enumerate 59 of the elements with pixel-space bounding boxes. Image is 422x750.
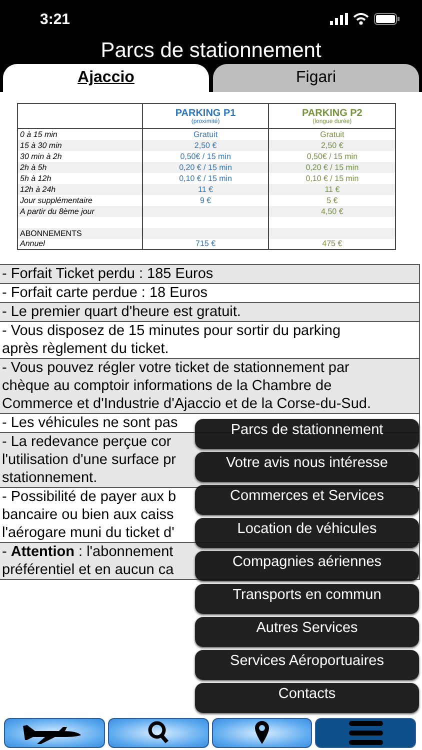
page-title: Parcs de stationnement xyxy=(100,38,322,64)
battery-icon xyxy=(374,13,400,25)
note-text: - Les véhicules ne sont pas xyxy=(2,414,178,432)
row-label: 12h à 24h xyxy=(18,184,142,194)
menu-item[interactable]: Contacts xyxy=(195,683,419,713)
price-value: 2,50 € xyxy=(142,140,269,150)
note-text: - Vous disposez de 15 minutes pour sortir du parking xyxy=(2,322,341,340)
column-title: PARKING P2 xyxy=(300,108,364,119)
note-text: - Attention : l'abonnement xyxy=(2,543,174,561)
row-label: 30 min à 2h xyxy=(18,150,142,162)
note-text: Commerce et d'Industrie d'Ajaccio et de la Corse-du-Sud. xyxy=(2,395,372,413)
price-value: 4,50 € xyxy=(268,206,396,216)
price-value: 475 € xyxy=(268,238,396,250)
home-button[interactable] xyxy=(4,718,105,748)
column-title: PARKING P1 xyxy=(174,108,237,119)
note-text: - Forfait carte perdue : 18 Euros xyxy=(2,284,208,302)
section-heading: ABONNEMENTS xyxy=(18,228,142,238)
row-label: Annuel xyxy=(18,238,142,250)
row-label: Jour supplémentaire xyxy=(18,194,142,206)
status-time: 3:21 xyxy=(40,10,70,28)
menu-item[interactable]: Autres Services xyxy=(195,617,419,647)
price-value: 715 € xyxy=(142,238,269,250)
row-label: 0 à 15 min xyxy=(18,128,142,140)
price-value: 11 € xyxy=(142,184,269,194)
row-label: 15 à 30 min xyxy=(18,140,142,150)
wifi-icon xyxy=(353,13,369,25)
note-text: après règlement du ticket. xyxy=(2,340,169,358)
note-text: l'aérogare muni du ticket d' xyxy=(2,524,174,542)
row-label: 2h à 5h xyxy=(18,162,142,172)
menu-icon xyxy=(348,720,384,746)
menu-item[interactable]: Location de véhicules xyxy=(195,518,419,548)
price-value: 0,20 € / 15 min xyxy=(268,162,396,172)
signal-icon xyxy=(330,13,348,25)
menu-item[interactable]: Commerces et Services xyxy=(195,485,419,515)
note-text: chèque au comptoir informations de la Chambre de xyxy=(2,377,332,395)
note-text: - Forfait Ticket perdu : 185 Euros xyxy=(2,265,214,283)
menu-item[interactable]: Compagnies aériennes xyxy=(195,551,419,581)
price-value: 0,20 € / 15 min xyxy=(142,162,269,172)
price-value: 11 € xyxy=(268,184,396,194)
city-tab[interactable]: Ajaccio xyxy=(3,64,209,92)
search-button[interactable] xyxy=(108,718,208,748)
note-text: préférentiel et en aucun ca xyxy=(2,561,174,579)
note-text: l'utilisation d'une surface pr xyxy=(2,451,176,469)
note-text: stationnement. xyxy=(2,469,98,487)
map-button[interactable] xyxy=(212,718,312,748)
menu-item[interactable]: Services Aéroportuaires xyxy=(195,650,419,680)
note-text: bancaire ou bien aux caiss xyxy=(2,506,174,524)
location-pin-icon xyxy=(252,720,271,746)
price-value: 2,50 € xyxy=(268,140,396,150)
menu-item[interactable]: Transports en commun xyxy=(195,584,419,614)
note-text: - La redevance perçue cor xyxy=(2,433,172,451)
note-text: - Vous pouvez régler votre ticket de stationnement par xyxy=(2,359,350,377)
row-label: A partir du 8ème jour xyxy=(18,206,142,216)
menu-item[interactable]: Parcs de stationnement xyxy=(195,419,419,449)
city-tab[interactable]: Figari xyxy=(213,64,419,92)
menu-item[interactable]: Votre avis nous intéresse xyxy=(195,452,419,482)
note-text: - Possibilité de payer aux b xyxy=(2,488,176,506)
row-label: 5h à 12h xyxy=(18,172,142,184)
note-text: - Le premier quart d'heure est gratuit. xyxy=(2,303,241,321)
